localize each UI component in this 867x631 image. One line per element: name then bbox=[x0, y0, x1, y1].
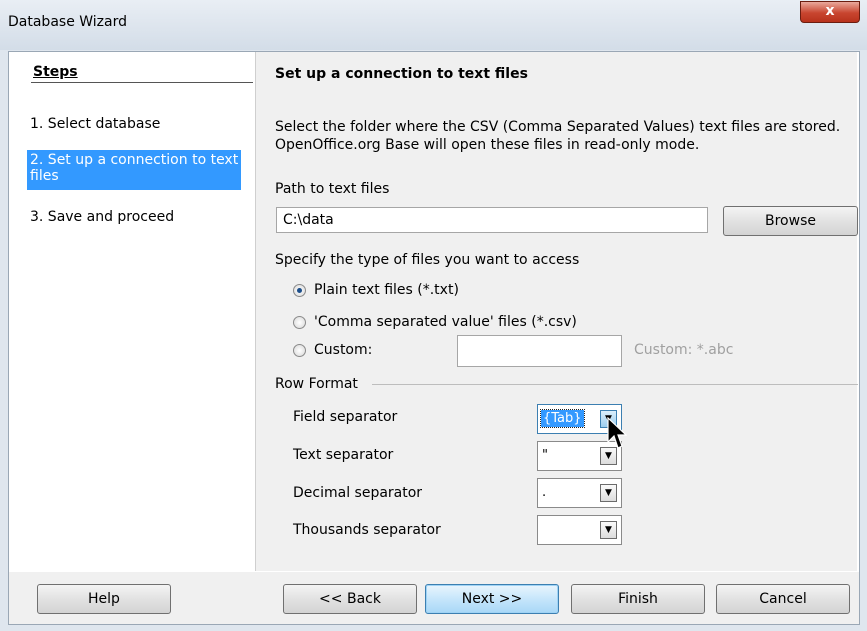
text-separator-label: Text separator bbox=[293, 447, 394, 463]
custom-extension-input[interactable] bbox=[457, 335, 622, 367]
radio-plain-text-label: Plain text files (*.txt) bbox=[314, 282, 459, 298]
radio-unselected-icon[interactable] bbox=[293, 315, 306, 329]
custom-extension-hint: Custom: *.abc bbox=[634, 342, 734, 358]
text-separator-value: " bbox=[542, 448, 548, 463]
steps-divider-line bbox=[31, 82, 253, 83]
back-button[interactable]: << Back bbox=[283, 584, 417, 614]
row-format-divider bbox=[372, 384, 858, 385]
close-button[interactable]: x bbox=[800, 1, 860, 23]
steps-heading: Steps bbox=[33, 64, 78, 80]
step-save-and-proceed[interactable]: 3. Save and proceed bbox=[30, 209, 174, 225]
browse-button[interactable]: Browse bbox=[723, 206, 858, 236]
page-description: Select the folder where the CSV (Comma S… bbox=[275, 119, 841, 153]
path-label: Path to text files bbox=[275, 181, 390, 197]
next-button[interactable]: Next >> bbox=[425, 584, 559, 614]
file-type-label: Specify the type of files you want to ac… bbox=[275, 252, 580, 268]
decimal-separator-label: Decimal separator bbox=[293, 485, 423, 501]
finish-button[interactable]: Finish bbox=[571, 584, 705, 614]
decimal-separator-select[interactable]: . ▼ bbox=[537, 478, 622, 508]
window-title: Database Wizard bbox=[8, 14, 127, 30]
thousands-separator-select[interactable]: ▼ bbox=[537, 515, 622, 545]
radio-selected-icon[interactable] bbox=[293, 283, 306, 297]
thousands-separator-label: Thousands separator bbox=[293, 522, 441, 538]
path-input[interactable]: C:\data bbox=[276, 207, 708, 233]
page-title: Set up a connection to text files bbox=[275, 66, 528, 82]
step-set-up-connection[interactable]: 2. Set up a connection to text files bbox=[27, 150, 241, 190]
radio-unselected-icon[interactable] bbox=[293, 343, 306, 357]
cancel-button[interactable]: Cancel bbox=[716, 584, 850, 614]
title-bar bbox=[0, 0, 867, 50]
field-separator-label: Field separator bbox=[293, 409, 398, 425]
mouse-cursor-icon bbox=[607, 417, 627, 449]
step-set-up-connection-label: 2. Set up a connection to text files bbox=[30, 152, 239, 184]
radio-csv-files[interactable]: 'Comma separated value' files (*.csv) bbox=[293, 311, 577, 333]
field-separator-value: {Tab} bbox=[540, 409, 585, 428]
radio-custom[interactable]: Custom: bbox=[293, 339, 372, 361]
chevron-down-icon[interactable]: ▼ bbox=[600, 484, 617, 502]
radio-custom-label: Custom: bbox=[314, 342, 373, 358]
help-button[interactable]: Help bbox=[37, 584, 171, 614]
radio-csv-label: 'Comma separated value' files (*.csv) bbox=[314, 314, 577, 330]
radio-plain-text-files[interactable]: Plain text files (*.txt) bbox=[293, 279, 459, 301]
step-select-database[interactable]: 1. Select database bbox=[30, 116, 160, 132]
row-format-label: Row Format bbox=[275, 376, 358, 392]
chevron-down-icon[interactable]: ▼ bbox=[600, 521, 617, 539]
decimal-separator-value: . bbox=[542, 485, 547, 500]
